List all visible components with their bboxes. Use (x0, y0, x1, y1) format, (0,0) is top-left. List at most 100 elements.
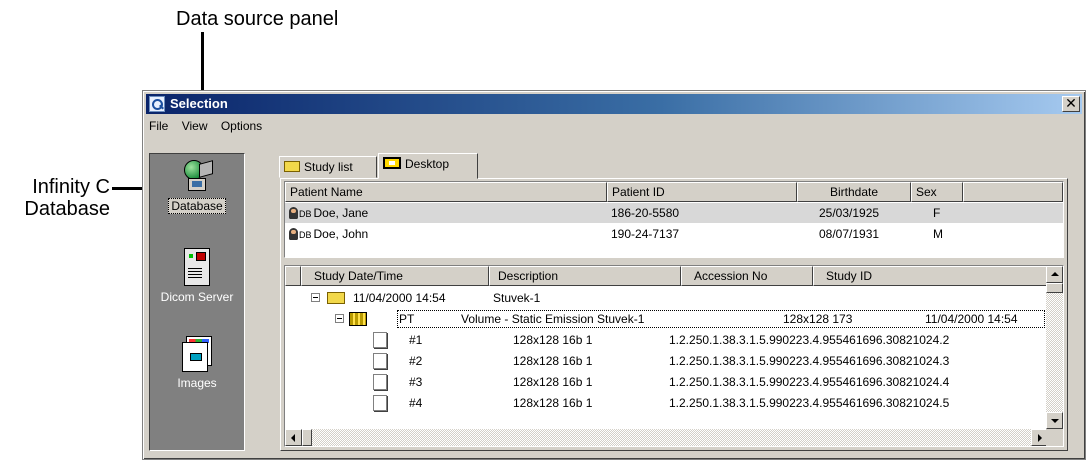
window-title: Selection (170, 96, 228, 111)
callout-data-source-panel: Data source panel (176, 8, 339, 30)
study-table-header: Study Date/Time Description Accession No… (285, 266, 1048, 286)
menu-view[interactable]: View (177, 116, 213, 136)
image-number: #3 (409, 375, 423, 389)
source-images-label: Images (177, 376, 217, 390)
image-format: 128x128 16b 1 (513, 354, 593, 368)
patient-name: Doe, Jane (313, 206, 369, 220)
image-number: #4 (409, 396, 423, 410)
open-folder-icon (327, 292, 345, 304)
patient-sex: F (933, 206, 941, 220)
image-row[interactable]: #1 128x128 16b 1 1.2.250.1.38.3.1.5.9902… (285, 330, 1048, 350)
series-node[interactable]: PT Volume - Static Emission Stuvek-1 128… (285, 309, 1048, 329)
source-database-label: Database (168, 198, 226, 214)
callout-infinity-database: Infinity C Database (24, 176, 110, 220)
col-patient-id[interactable]: Patient ID (607, 182, 797, 202)
image-icon (373, 332, 387, 348)
scrollbar-corner (1046, 429, 1063, 446)
col-birthdate[interactable]: Birthdate (797, 182, 911, 202)
vertical-scroll-thumb[interactable] (1046, 283, 1063, 293)
patient-icon (289, 228, 298, 240)
patient-icon (289, 207, 298, 219)
tab-desktop-label: Desktop (405, 157, 450, 171)
arrow-right-icon (1038, 434, 1042, 442)
patient-table: Patient Name Patient ID Birthdate Sex DB… (284, 181, 1064, 258)
image-row[interactable]: #2 128x128 16b 1 1.2.250.1.38.3.1.5.9902… (285, 351, 1048, 371)
patient-name: Doe, John (313, 227, 369, 241)
image-uid: 1.2.250.1.38.3.1.5.990223.4.955461696.30… (669, 375, 950, 389)
close-button[interactable]: ✕ (1062, 96, 1080, 112)
menu-bar: File View Options (146, 116, 1082, 136)
selection-window: Selection ✕ File View Options Database D… (142, 90, 1086, 460)
db-tag: DB (299, 230, 312, 240)
table-row[interactable]: DB Doe, Jane 186-20-5580 25/03/1925 F (285, 203, 1063, 223)
horizontal-scrollbar[interactable] (285, 429, 1048, 446)
folder-icon (284, 161, 300, 172)
image-number: #1 (409, 333, 423, 347)
series-description: Volume - Static Emission Stuvek-1 (461, 312, 645, 326)
images-icon (180, 336, 214, 372)
col-description[interactable]: Description (489, 266, 681, 286)
study-node[interactable]: 11/04/2000 14:54 Stuvek-1 (285, 288, 1048, 308)
study-description: Stuvek-1 (493, 291, 541, 305)
desktop-icon (383, 157, 401, 169)
series-modality: PT (399, 312, 415, 326)
image-uid: 1.2.250.1.38.3.1.5.990223.4.955461696.30… (669, 333, 950, 347)
patient-id: 186-20-5580 (611, 206, 680, 220)
db-tag: DB (299, 209, 312, 219)
source-database[interactable]: Database (150, 160, 244, 214)
arrow-down-icon (1051, 419, 1059, 423)
scroll-up-button[interactable] (1046, 266, 1063, 283)
col-blank (963, 182, 1063, 202)
dicom-server-icon (182, 248, 212, 286)
image-uid: 1.2.250.1.38.3.1.5.990223.4.955461696.30… (669, 396, 950, 410)
image-format: 128x128 16b 1 (513, 333, 593, 347)
data-source-panel: Database Dicom Server Images (149, 153, 245, 451)
collapse-icon[interactable] (335, 314, 344, 323)
scroll-down-button[interactable] (1046, 412, 1063, 429)
col-accession-no[interactable]: Accession No (681, 266, 813, 286)
menu-file[interactable]: File (146, 116, 173, 136)
source-images[interactable]: Images (150, 336, 244, 390)
collapse-icon[interactable] (311, 293, 320, 302)
table-row[interactable]: DB Doe, John 190-24-7137 08/07/1931 M (285, 224, 1063, 244)
patient-sex: M (933, 227, 943, 241)
database-icon (180, 160, 214, 194)
study-datetime: 11/04/2000 14:54 (353, 291, 446, 305)
col-sex[interactable]: Sex (911, 182, 963, 202)
series-volume-icon (349, 312, 367, 326)
patient-id: 190-24-7137 (611, 227, 680, 241)
image-format: 128x128 16b 1 (513, 396, 593, 410)
vertical-scrollbar[interactable] (1046, 266, 1063, 429)
magnifier-icon (149, 96, 165, 112)
arrow-up-icon (1051, 272, 1059, 276)
image-row[interactable]: #3 128x128 16b 1 1.2.250.1.38.3.1.5.9902… (285, 372, 1048, 392)
menu-options[interactable]: Options (216, 116, 267, 136)
series-matrix: 128x128 173 (783, 312, 853, 326)
image-number: #2 (409, 354, 423, 368)
source-dicom-server-label: Dicom Server (160, 290, 234, 304)
col-study-datetime[interactable]: Study Date/Time (301, 266, 489, 286)
patient-birthdate: 08/07/1931 (819, 227, 880, 241)
patient-name-cell: DB Doe, John (289, 224, 368, 245)
source-dicom-server[interactable]: Dicom Server (150, 248, 244, 304)
image-uid: 1.2.250.1.38.3.1.5.990223.4.955461696.30… (669, 354, 950, 368)
col-tree (285, 266, 301, 286)
patient-birthdate: 25/03/1925 (819, 206, 880, 220)
tab-study-list-label: Study list (304, 160, 353, 174)
tab-desktop[interactable]: Desktop (378, 153, 478, 179)
image-row[interactable]: #4 128x128 16b 1 1.2.250.1.38.3.1.5.9902… (285, 393, 1048, 413)
study-tree-table: Study Date/Time Description Accession No… (284, 265, 1064, 447)
patient-table-header: Patient Name Patient ID Birthdate Sex (285, 182, 1063, 202)
image-icon (373, 374, 387, 390)
col-patient-name[interactable]: Patient Name (285, 182, 607, 202)
scroll-left-button[interactable] (285, 429, 302, 446)
series-datetime: 11/04/2000 14:54 (925, 312, 1018, 326)
image-format: 128x128 16b 1 (513, 375, 593, 389)
horizontal-scroll-thumb[interactable] (302, 429, 312, 446)
title-bar[interactable]: Selection ✕ (146, 94, 1082, 114)
tab-study-list[interactable]: Study list (279, 156, 377, 178)
image-icon (373, 395, 387, 411)
arrow-left-icon (291, 434, 295, 442)
image-icon (373, 353, 387, 369)
col-study-id[interactable]: Study ID (813, 266, 1048, 286)
